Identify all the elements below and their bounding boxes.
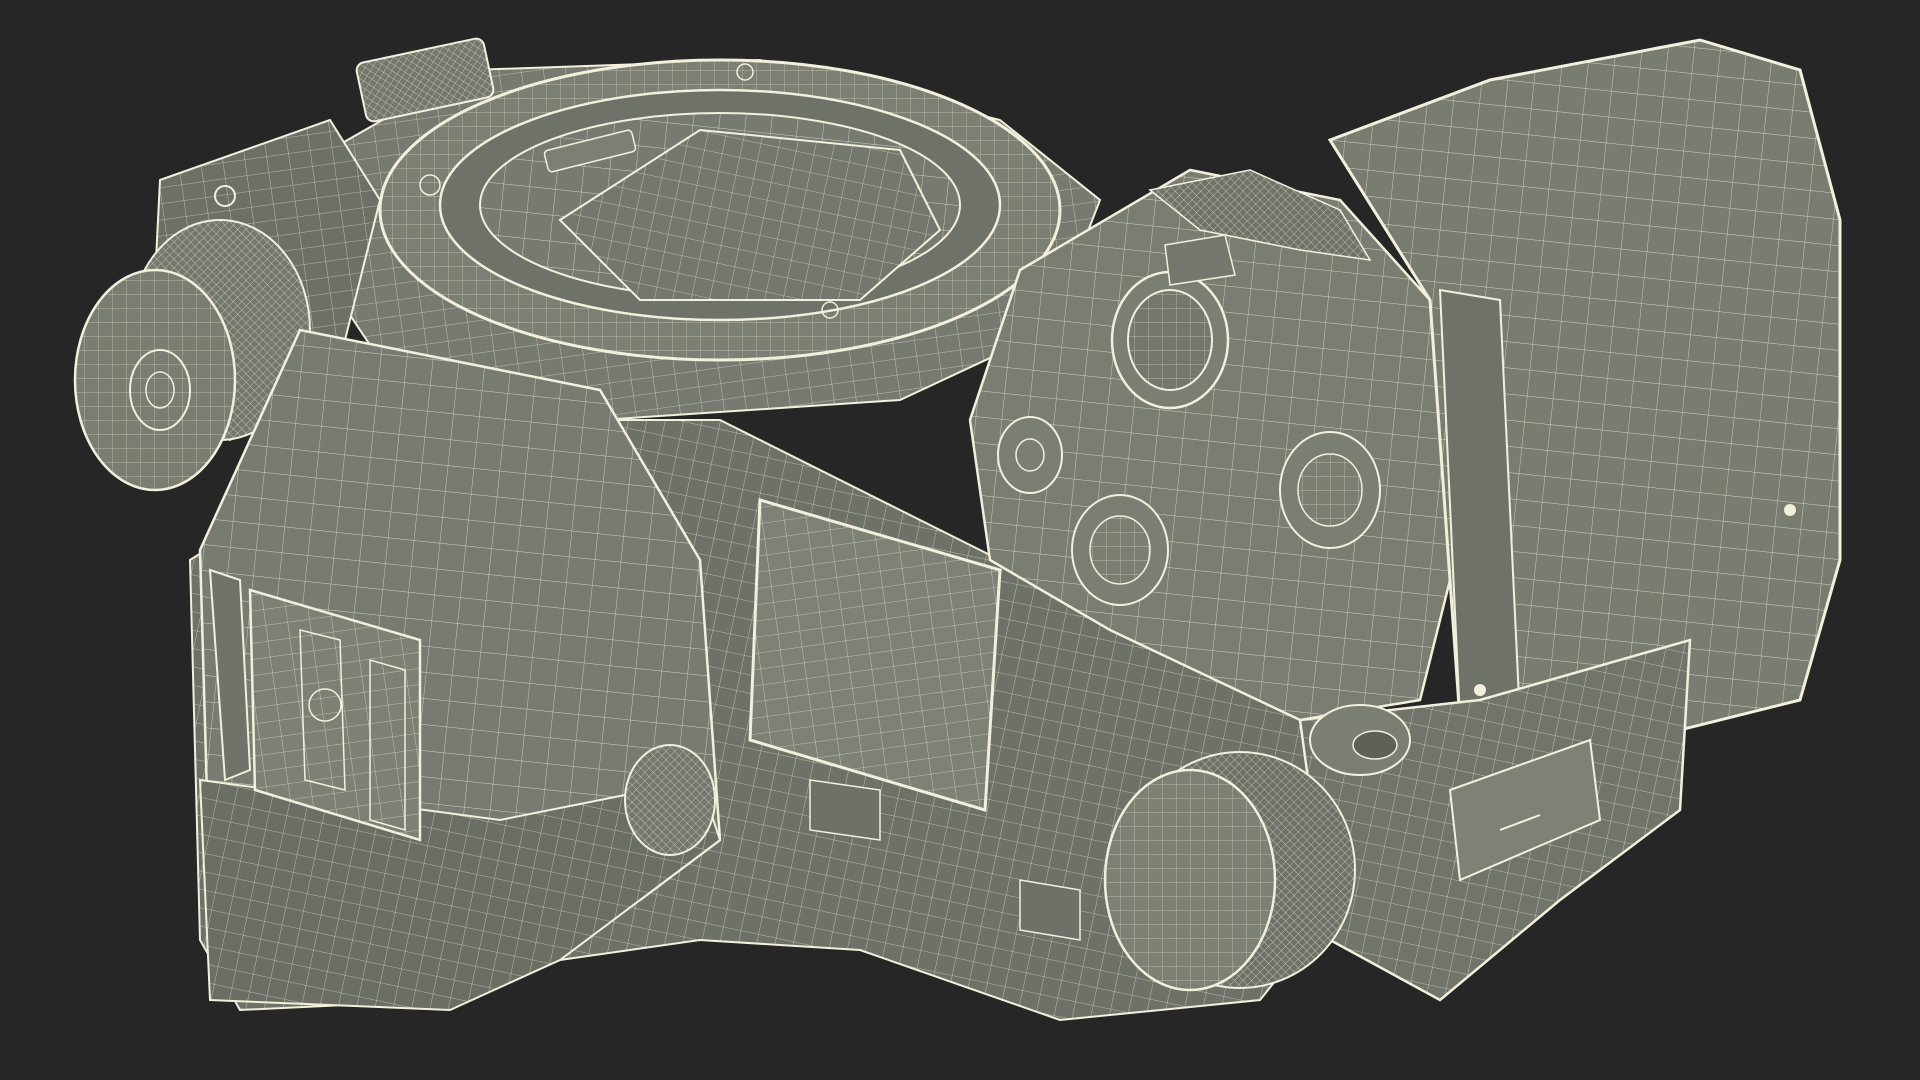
lens-mount-ring [378, 58, 1062, 362]
button-small-right [1279, 431, 1381, 549]
camera-wireframe-render [73, 37, 1842, 1022]
rear-command-dial [1103, 751, 1356, 992]
lower-small-dial [624, 744, 716, 856]
button-small-left [997, 416, 1063, 494]
button-large [1110, 270, 1230, 410]
threaded-socket [1309, 704, 1411, 776]
render-viewport [0, 0, 1920, 1080]
button-small-center [1071, 494, 1169, 606]
